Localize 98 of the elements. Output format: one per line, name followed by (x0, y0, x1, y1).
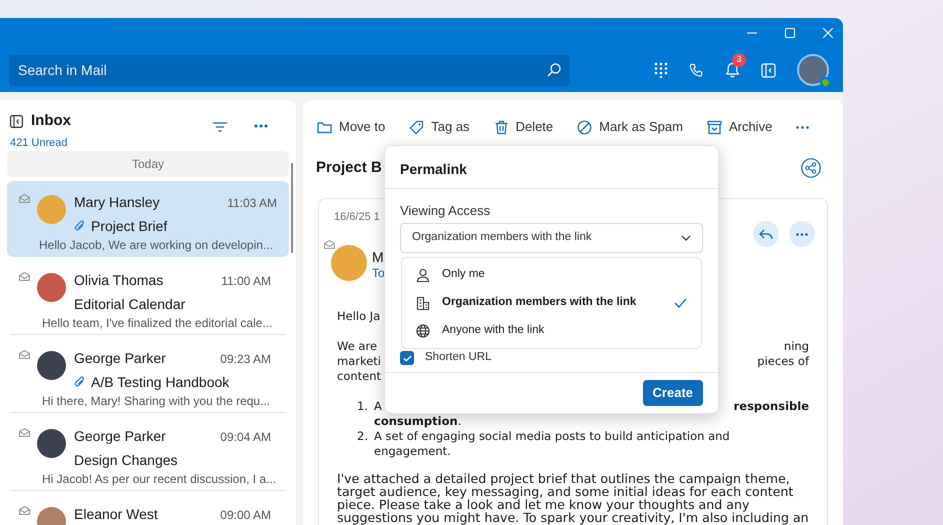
toolbar-button[interactable]: Move to (317, 117, 386, 137)
list-item-text: consumption. (374, 414, 462, 429)
sender-avatar (37, 351, 66, 380)
search-field[interactable]: Search in Mail (9, 54, 570, 86)
message-time: 09:23 AM (220, 351, 271, 368)
more-icon[interactable] (796, 126, 810, 128)
body-text: Hello Ja (337, 309, 380, 323)
body-text: content (337, 369, 382, 384)
message-subject: A/B Testing Handbook (91, 372, 230, 392)
trash-icon (494, 120, 509, 134)
sender-name: Eleanor West (74, 505, 158, 524)
maximize-icon[interactable] (785, 28, 795, 38)
sender-avatar (331, 245, 367, 281)
search-icon[interactable] (547, 63, 561, 77)
body-paragraph: I've attached a detailed project brief that outlines the campaign theme, target audience, key messaging, and some initial ideas for each content piece. Please take a look and let me know your thoughts and any suggestions you might have. To spark your creativity, I'm also including an (337, 472, 809, 524)
bell-icon[interactable] (725, 62, 740, 78)
filter-icon[interactable] (213, 122, 227, 132)
body-text: marketi (337, 354, 382, 369)
message-item[interactable]: Eleanor West 09:00 AM (10, 493, 286, 525)
list-item-text: responsible (734, 399, 809, 414)
message-subject: Project Brief (91, 216, 168, 236)
body-text: ning (784, 339, 809, 354)
building-icon (416, 296, 430, 310)
envelope-icon (19, 272, 30, 281)
folder-icon (317, 120, 332, 134)
archive-icon (706, 120, 722, 134)
folder-title: Inbox (31, 111, 71, 131)
toolbar-button[interactable]: Mark as Spam (577, 117, 683, 137)
message-time: 09:04 AM (220, 429, 271, 446)
access-option[interactable]: Anyone with the link (402, 317, 701, 345)
dialpad-icon[interactable] (654, 62, 668, 78)
message-time: 09:00 AM (220, 507, 271, 524)
sender-avatar (37, 273, 66, 302)
message-preview: Hello team, I've finalized the editorial cale... (42, 315, 272, 332)
list-number: 1. (357, 399, 369, 415)
list-item-text: A (374, 399, 382, 414)
chevron-icon (681, 235, 691, 241)
message-time: 11:03 AM (227, 195, 277, 212)
access-dropdown[interactable]: Organization members with the link (400, 223, 703, 253)
more-icon (796, 232, 808, 236)
message-subject: Editorial Calendar (74, 294, 186, 314)
close-icon[interactable] (823, 28, 833, 38)
body-text: We are (337, 339, 378, 354)
dialog-title: Permalink (385, 146, 718, 189)
sender-name: George Parker (74, 427, 166, 446)
sender-avatar (37, 429, 66, 458)
shorten-url-checkbox[interactable]: Shorten URL (400, 347, 703, 369)
body-text: pieces of (757, 354, 809, 369)
unread-count[interactable]: 421 Unread (10, 134, 71, 151)
message-preview: Hi there, Mary! Sharing with you the requ... (42, 393, 270, 410)
message-item[interactable]: Mary Hansley 11:03 AM Project Brief Hello Jacob, We are working on developin... (7, 181, 289, 257)
reply-button[interactable] (753, 221, 779, 247)
message-subject: Design Changes (74, 450, 178, 470)
envelope-icon (19, 194, 30, 203)
notification-badge: 3 (732, 53, 746, 67)
message-preview: Hello Jacob, We are working on developin... (39, 237, 273, 254)
toolbar-button[interactable]: Delete (494, 117, 554, 137)
toolbar-button[interactable]: Tag as (409, 117, 470, 137)
list-item-text: A set of engaging social media posts to build anticipation and engagement. (374, 429, 731, 459)
panel-icon[interactable] (761, 62, 776, 78)
sender-name: George Parker (74, 349, 166, 368)
toolbar-button[interactable]: Archive (706, 117, 772, 137)
message-item[interactable]: George Parker 09:23 AM A/B Testing Handbook Hi there, Mary! Sharing with you the requ... (10, 337, 286, 413)
envelope-icon (19, 506, 30, 515)
sender-avatar (37, 195, 66, 224)
envelope-icon (324, 240, 335, 249)
reply-icon (759, 228, 773, 240)
field-label: Viewing Access (400, 202, 492, 220)
globe-icon (416, 324, 430, 338)
list-number: 2. (357, 429, 369, 445)
block-icon (577, 120, 592, 134)
more-icon[interactable] (254, 124, 268, 128)
sender-name: Olivia Thomas (74, 271, 164, 290)
message-time: 11:00 AM (221, 273, 271, 290)
message-item[interactable]: Olivia Thomas 11:00 AM Editorial Calendar Hello team, I've finalized the editorial cale... (10, 259, 286, 335)
date-group-header: Today (7, 151, 289, 177)
access-option[interactable]: Only me (402, 261, 701, 289)
message-item[interactable]: George Parker 09:04 AM Design Changes Hi Jacob! As per our recent discussion, I a... (10, 415, 286, 491)
envelope-icon (19, 428, 30, 437)
person-icon (416, 268, 430, 282)
tag-icon (409, 120, 424, 134)
search-input: Search in Mail (18, 60, 547, 80)
checkmark-icon (674, 298, 687, 308)
share-icon[interactable] (801, 158, 821, 178)
sender-name: Mary Hansley (74, 193, 160, 212)
message-preview: Hi Jacob! As per our recent discussion, I a... (42, 471, 276, 488)
envelope-icon (19, 350, 30, 359)
checkmark-icon (402, 354, 412, 362)
sender-name: M (372, 249, 385, 265)
avatar[interactable] (797, 54, 829, 86)
collapse-pane-icon[interactable] (10, 114, 23, 128)
more-button[interactable] (789, 221, 815, 247)
access-option[interactable]: Organization members with the link (402, 289, 701, 317)
recipient-link[interactable]: To (372, 265, 385, 281)
phone-icon[interactable] (689, 62, 704, 78)
create-button[interactable]: Create (642, 380, 703, 406)
email-subject: Project B (316, 158, 382, 178)
email-date: 16/6/25 1 (334, 210, 380, 225)
